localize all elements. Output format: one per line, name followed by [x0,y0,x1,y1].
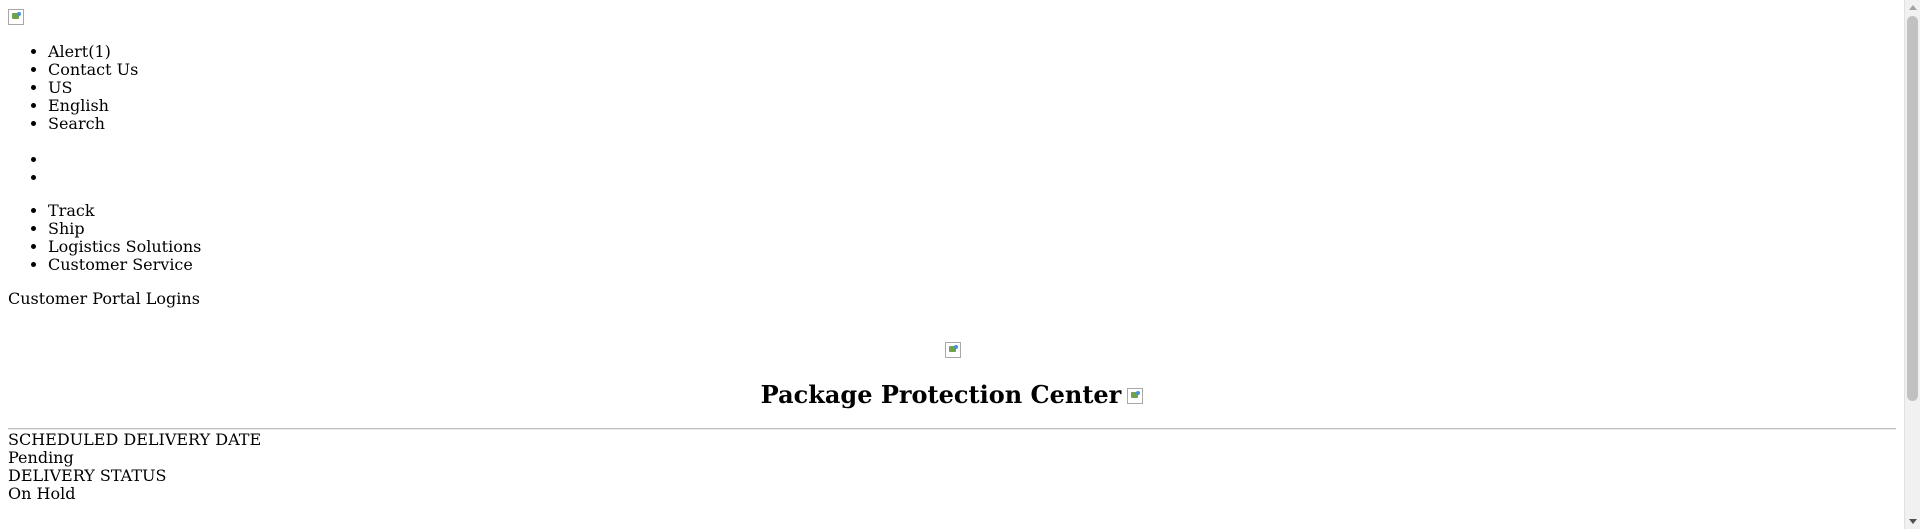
search-link[interactable]: Search [48,115,138,133]
divider [8,428,1896,430]
scroll-up-arrow-icon[interactable] [1909,5,1917,10]
page: Alert(1) Contact Us US English Search Tr… [0,0,1904,529]
customer-portal-logins[interactable]: Customer Portal Logins [8,290,200,308]
nav-item-ship[interactable]: Ship [48,220,201,238]
nav-item-customer-service[interactable]: Customer Service [48,256,201,274]
main-nav: Track Ship Logistics Solutions Customer … [48,202,201,274]
country-selector[interactable]: US [48,79,138,97]
contact-us-link[interactable]: Contact Us [48,61,138,79]
delivery-status-value: On Hold [8,484,76,503]
logo-broken-image-icon[interactable] [8,9,24,25]
vertical-scrollbar[interactable] [1904,0,1920,529]
delivery-info: SCHEDULED DELIVERY DATE Pending DELIVERY… [8,431,261,503]
scrollbar-thumb[interactable] [1907,16,1918,401]
page-title: Package Protection Center [0,381,1904,409]
delivery-status-label: DELIVERY STATUS [8,466,167,485]
title-broken-image-icon [1127,388,1144,404]
page-title-text: Package Protection Center [760,380,1122,409]
scheduled-delivery-label: SCHEDULED DELIVERY DATE [8,430,262,449]
scheduled-delivery-value: Pending [8,448,74,467]
center-broken-image-icon [945,342,961,358]
scroll-down-arrow-icon[interactable] [1909,519,1917,524]
nav-item-track[interactable]: Track [48,202,201,220]
language-selector[interactable]: English [48,97,138,115]
utility-nav: Alert(1) Contact Us US English Search [48,43,138,133]
alert-link[interactable]: Alert(1) [48,43,138,61]
nav-item-logistics-solutions[interactable]: Logistics Solutions [48,238,201,256]
